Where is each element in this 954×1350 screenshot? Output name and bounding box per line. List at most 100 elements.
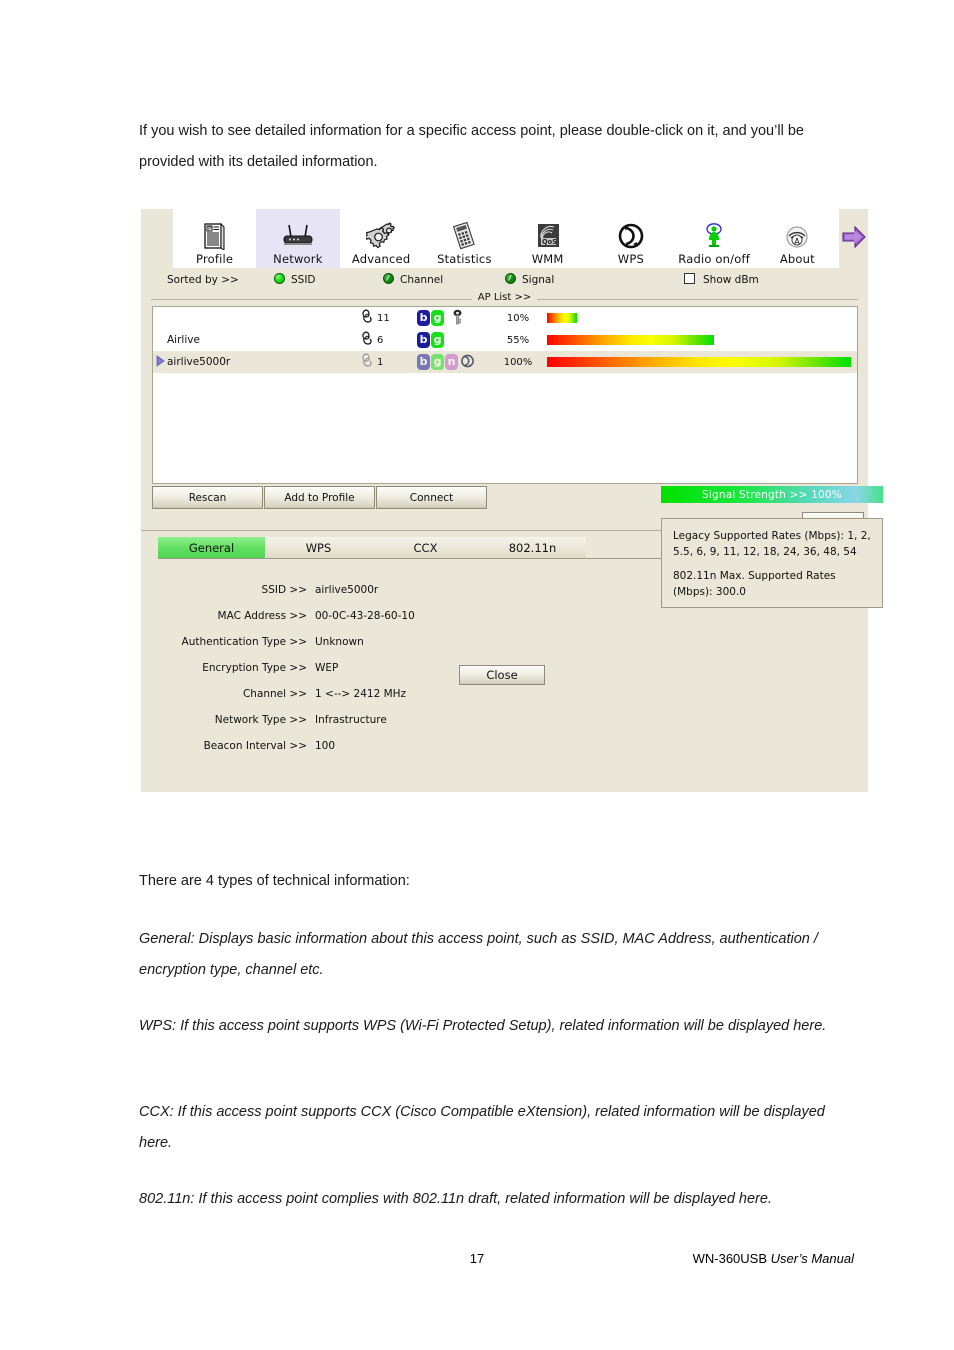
sort-label-ssid: SSID xyxy=(291,274,316,286)
ap-mode-badges: b g xyxy=(417,309,489,328)
types-lead-paragraph: There are 4 types of technical informati… xyxy=(139,873,410,889)
tab-802-11n[interactable]: 802.11n xyxy=(479,537,586,558)
sort-label-signal: Signal xyxy=(522,274,555,286)
field-beacon-interval-label: Beacon Interval >> xyxy=(203,740,307,752)
ap-signal-bar xyxy=(547,335,715,345)
mode-badge-g: g xyxy=(431,354,444,370)
ap-channel-number: 11 xyxy=(377,312,390,324)
ap-signal-bar-cell xyxy=(547,357,857,367)
toolbar-label-about: About xyxy=(779,252,815,266)
footer-manual-text: User’s Manual xyxy=(770,1251,854,1266)
field-authentication-type-label: Authentication Type >> xyxy=(181,636,307,648)
mode-badge-b: b xyxy=(417,354,430,370)
tab-wps[interactable]: WPS xyxy=(265,537,372,558)
channel-fan-icon xyxy=(361,330,376,350)
field-mac-address-value: 00-0C-43-28-60-10 xyxy=(315,610,415,622)
field-network-type-label: Network Type >> xyxy=(214,714,307,726)
close-button[interactable]: Close xyxy=(459,665,545,685)
ap-channel-number: 1 xyxy=(377,356,384,368)
legacy-supported-rates: Legacy Supported Rates (Mbps): 1, 2, 5.5… xyxy=(673,530,871,558)
arrow-right-icon xyxy=(841,225,867,253)
field-mac-address-label: MAC Address >> xyxy=(217,610,307,622)
toolbar-items: P Profile Network Advanced Statistics Qo… xyxy=(173,209,839,268)
toolbar-item-statistics[interactable]: Statistics xyxy=(422,209,506,268)
sort-bar: Sorted by >> SSID Channel Signal Show dB… xyxy=(141,269,868,291)
field-channel-label: Channel >> xyxy=(242,688,307,700)
ap-signal-bar xyxy=(547,313,578,323)
toolbar-label-statistics: Statistics xyxy=(437,252,492,266)
field-authentication-type-value: Unknown xyxy=(315,636,364,648)
general-description-paragraph: General: Displays basic information abou… xyxy=(139,931,818,978)
mode-badge-b: b xyxy=(417,310,430,326)
toolbar-item-advanced[interactable]: Advanced xyxy=(339,209,423,268)
sort-radio-ssid[interactable] xyxy=(274,273,285,284)
mode-badge-g: g xyxy=(431,310,444,326)
sort-radio-signal[interactable] xyxy=(505,273,516,284)
dot11n-description-paragraph: 802.11n: If this access point complies w… xyxy=(139,1191,772,1207)
table-row[interactable]: airlive5000r 1 b g n 100% xyxy=(153,351,857,373)
table-row[interactable]: Airlive 6 b g 55% xyxy=(153,329,857,351)
ap-signal-bar xyxy=(547,357,851,367)
toolbar-label-network: Network xyxy=(273,252,323,266)
toolbar-label-profile: Profile xyxy=(196,252,234,266)
rates-spacer xyxy=(673,560,871,568)
row-selection-marker xyxy=(153,354,167,370)
toolbar-item-wps[interactable]: WPS xyxy=(589,209,673,268)
about-icon: A xyxy=(784,221,810,251)
rescan-button[interactable]: Rescan xyxy=(152,486,263,509)
toolbar-label-wps: WPS xyxy=(617,252,644,266)
ap-channel-number: 6 xyxy=(377,334,384,346)
ap-signal-percent: 10% xyxy=(506,312,530,324)
show-dbm-checkbox[interactable] xyxy=(684,273,695,284)
table-row[interactable]: 11 b g 10% xyxy=(153,307,857,329)
supported-rates-box: Legacy Supported Rates (Mbps): 1, 2, 5.5… xyxy=(661,518,883,608)
qos-icon: QoS xyxy=(534,221,562,251)
ap-mode-badges: b g n xyxy=(417,353,489,372)
ap-mode-badges: b g xyxy=(417,332,489,348)
channel-fan-icon xyxy=(361,352,376,372)
channel-fan-icon xyxy=(361,308,376,328)
connect-button[interactable]: Connect xyxy=(376,486,487,509)
ap-signal-bar-cell xyxy=(547,313,857,323)
ap-list-header-label: AP List >> xyxy=(471,292,538,303)
toolbar-item-about[interactable]: A About xyxy=(755,209,839,268)
gears-icon xyxy=(366,221,396,251)
ap-ssid: Airlive xyxy=(167,334,200,346)
ap-channel: 6 xyxy=(361,330,417,350)
add-to-profile-button[interactable]: Add to Profile xyxy=(264,486,375,509)
toolbar-label-wmm: WMM xyxy=(531,252,564,266)
ap-ssid: airlive5000r xyxy=(167,356,231,368)
show-dbm-label: Show dBm xyxy=(703,274,759,286)
toolbar-item-network[interactable]: Network xyxy=(256,209,340,268)
radio-tower-icon xyxy=(701,221,727,251)
intro-paragraph: If you wish to see detailed information … xyxy=(139,123,804,170)
ap-channel: 11 xyxy=(361,308,417,328)
wps-support-icon xyxy=(460,353,475,372)
toolbar-item-profile[interactable]: P Profile xyxy=(173,209,257,268)
selected-row-arrow-icon xyxy=(156,354,165,370)
svg-text:A: A xyxy=(795,237,801,246)
toolbar-item-radio-on-off[interactable]: Radio on/off xyxy=(672,209,756,268)
toolbar-next-button[interactable] xyxy=(839,209,868,268)
profile-icon: P xyxy=(203,221,226,251)
toolbar-label-radio-on-off: Radio on/off xyxy=(678,252,750,266)
sort-label-channel: Channel xyxy=(400,274,444,286)
footer-manual-label: WN-360USB User’s Manual xyxy=(693,1251,854,1266)
ap-signal-percent: 55% xyxy=(506,334,530,346)
svg-text:QoS: QoS xyxy=(542,238,557,246)
field-network-type-value: Infrastructure xyxy=(315,714,387,726)
ap-list[interactable]: 11 b g 10% Airlive 6 b g 55% airlive5000… xyxy=(152,306,858,484)
ccx-description-paragraph: CCX: If this access point supports CCX (… xyxy=(139,1104,825,1151)
signal-strength-bar: Signal Strength >> 100% xyxy=(661,486,883,503)
toolbar-item-wmm[interactable]: QoS WMM xyxy=(506,209,590,268)
router-icon xyxy=(280,221,316,251)
tab-general[interactable]: General xyxy=(158,537,265,558)
field-encryption-type-label: Encryption Type >> xyxy=(202,662,307,674)
toolbar-label-advanced: Advanced xyxy=(351,252,411,266)
mode-badge-n: n xyxy=(445,354,458,370)
tab-ccx[interactable]: CCX xyxy=(372,537,479,558)
mode-badge-b: b xyxy=(417,332,430,348)
sort-radio-channel[interactable] xyxy=(383,273,394,284)
ap-list-header: AP List >> xyxy=(151,292,858,306)
mode-badge-g: g xyxy=(431,332,444,348)
